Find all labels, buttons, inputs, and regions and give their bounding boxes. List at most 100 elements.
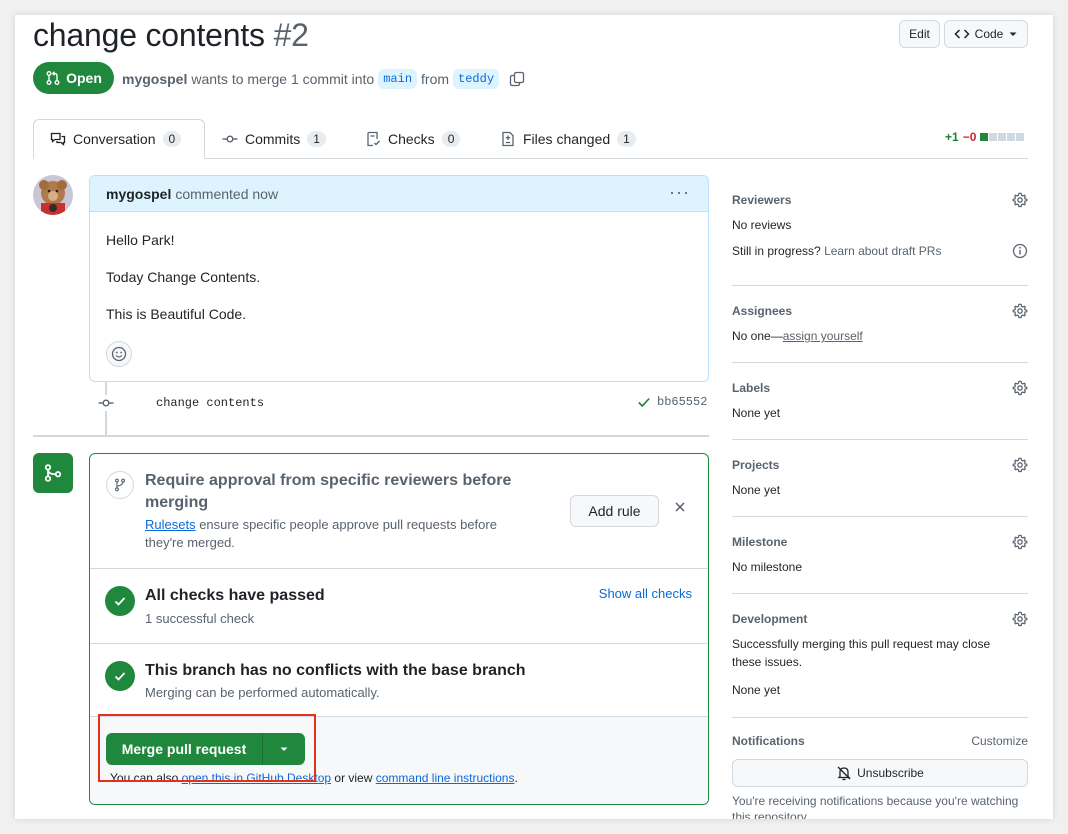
customize-link[interactable]: Customize — [971, 734, 1028, 748]
rulesets-link[interactable]: Rulesets — [145, 517, 196, 532]
comment-paragraph: Hello Park! — [106, 232, 175, 248]
diffstat-bar — [980, 133, 1025, 141]
code-button-label: Code — [974, 27, 1004, 41]
code-icon — [954, 26, 970, 42]
ruleset-description: Rulesets ensure specific people approve … — [145, 516, 535, 552]
bell-slash-icon — [836, 765, 852, 781]
status-badge: Open — [33, 62, 114, 94]
show-all-checks-link[interactable]: Show all checks — [599, 586, 692, 601]
command-line-link[interactable]: command line instructions — [376, 771, 515, 785]
draft-hint: Still in progress? Learn about draft PRs — [732, 242, 1028, 260]
add-rule-button[interactable]: Add rule — [570, 495, 659, 527]
labels-label: Labels — [732, 381, 771, 395]
diffstat-deletions: −0 — [962, 130, 977, 144]
tab-commits-count: 1 — [307, 131, 326, 147]
kebab-menu-icon[interactable]: ··· — [669, 183, 690, 201]
conflicts-section: This branch has no conflicts with the ba… — [90, 644, 708, 717]
pr-author-link[interactable]: mygospel — [122, 71, 187, 87]
head-branch-label[interactable]: teddy — [453, 69, 500, 89]
draft-prs-link[interactable]: Learn about draft PRs — [824, 244, 941, 258]
sidebar-assignees: Assignees No one—assign yourself — [732, 303, 1028, 345]
diffstat-additions: +1 — [945, 130, 959, 144]
sidebar-divider — [732, 516, 1028, 517]
assign-yourself-link[interactable]: assign yourself — [783, 329, 863, 343]
projects-label: Projects — [732, 458, 780, 472]
info-icon[interactable] — [1012, 243, 1028, 259]
projects-value: None yet — [732, 483, 781, 497]
pr-title: change contents — [33, 17, 265, 53]
commit-sha: bb65552 — [637, 395, 707, 409]
pr-meta-text: wants to merge 1 commit into — [191, 71, 375, 87]
git-merge-icon — [33, 453, 73, 493]
checks-title: All checks have passed — [145, 587, 325, 604]
git-branch-icon — [106, 471, 134, 499]
edit-button[interactable]: Edit — [899, 20, 940, 48]
page-title: change contents #2 — [33, 17, 309, 54]
checklist-icon — [365, 131, 381, 147]
unsubscribe-label: Unsubscribe — [857, 766, 924, 780]
file-diff-icon — [500, 131, 516, 147]
gear-icon[interactable] — [1012, 534, 1028, 550]
sidebar-divider — [732, 439, 1028, 440]
pull-request-page: change contents #2 Edit Code Open mygosp… — [15, 15, 1053, 819]
tab-checks[interactable]: Checks 0 — [365, 119, 461, 159]
tab-conversation[interactable]: Conversation 0 — [33, 119, 205, 159]
tab-commits-label: Commits — [245, 131, 301, 147]
gear-icon[interactable] — [1012, 380, 1028, 396]
avatar[interactable] — [33, 175, 73, 215]
base-branch-label[interactable]: main — [378, 69, 418, 89]
sidebar-development: Development Successfully merging this pu… — [732, 611, 1028, 699]
assignees-value: No one—assign yourself — [732, 327, 1028, 345]
gear-icon[interactable] — [1012, 303, 1028, 319]
reviewers-label: Reviewers — [732, 193, 792, 207]
gear-icon[interactable] — [1012, 457, 1028, 473]
comment-paragraph: This is Beautiful Code. — [106, 306, 247, 322]
gear-icon[interactable] — [1012, 611, 1028, 627]
diffstat: +1 −0 — [945, 130, 1025, 144]
copy-icon[interactable] — [509, 71, 525, 87]
checks-section: All checks have passed 1 successful chec… — [90, 569, 708, 644]
pr-from-text: from — [421, 71, 450, 87]
check-circle-icon — [105, 661, 135, 691]
caret-down-icon — [1008, 29, 1018, 39]
commit-sha-link[interactable]: bb65552 — [657, 395, 707, 409]
comment-author-link[interactable]: mygospel — [106, 186, 171, 202]
sidebar-divider — [732, 285, 1028, 286]
sidebar-labels: Labels None yet — [732, 380, 1028, 422]
check-circle-icon — [105, 586, 135, 616]
milestone-label: Milestone — [732, 535, 788, 549]
notifications-note: You're receiving notifications because y… — [732, 794, 1019, 819]
tab-commits[interactable]: Commits 1 — [222, 119, 326, 159]
status-label: Open — [66, 70, 102, 86]
pr-meta: mygospel wants to merge 1 commit into ma… — [122, 69, 525, 89]
highlight-box — [98, 714, 316, 782]
smiley-icon — [111, 346, 127, 362]
checks-subtitle: 1 successful check — [145, 611, 255, 626]
assignees-label: Assignees — [732, 304, 793, 318]
timeline-divider — [33, 435, 709, 437]
sidebar-divider — [732, 593, 1028, 594]
conflicts-subtitle: Merging can be performed automatically. — [145, 685, 380, 700]
unsubscribe-button[interactable]: Unsubscribe — [732, 759, 1028, 787]
add-reaction-button[interactable] — [106, 341, 132, 367]
gear-icon[interactable] — [1012, 192, 1028, 208]
tab-conversation-count: 0 — [162, 131, 182, 147]
commit-message-link[interactable]: change contents — [156, 396, 264, 410]
notifications-label: Notifications — [732, 734, 805, 748]
tab-files-changed-count: 1 — [617, 131, 636, 147]
draft-hint-text: Still in progress? — [732, 244, 821, 258]
close-icon[interactable] — [674, 501, 686, 513]
development-value: None yet — [732, 683, 781, 697]
git-commit-icon — [222, 131, 238, 147]
check-icon[interactable] — [637, 395, 651, 409]
ruleset-section: Require approval from specific reviewers… — [90, 454, 708, 569]
tab-checks-label: Checks — [388, 131, 435, 147]
also-suffix: . — [514, 771, 518, 785]
pull-request-icon — [45, 70, 61, 86]
reviewers-value: No reviews — [732, 218, 792, 232]
sidebar-milestone: Milestone No milestone — [732, 534, 1028, 576]
sidebar-reviewers: Reviewers No reviews Still in progress? … — [732, 192, 1028, 260]
tab-files-changed[interactable]: Files changed 1 — [500, 119, 636, 159]
code-button[interactable]: Code — [944, 20, 1028, 48]
sidebar-divider — [732, 717, 1028, 718]
